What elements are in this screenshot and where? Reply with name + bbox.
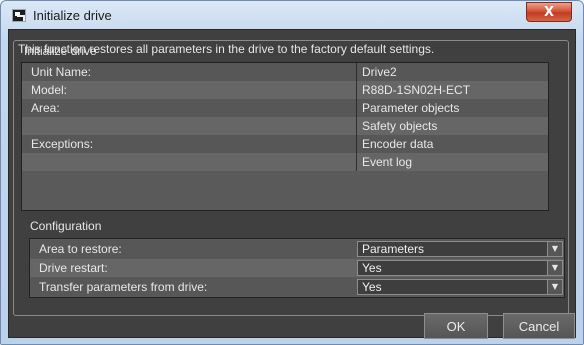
unit-name-value: Drive2 bbox=[356, 63, 548, 81]
transfer-parameters-dropdown[interactable]: Yes ▼ bbox=[357, 279, 563, 295]
area-label: Area: bbox=[31, 101, 60, 115]
table-row-area: Area: Parameter objects bbox=[22, 99, 548, 117]
config-row-transfer-parameters: Transfer parameters from drive: Yes ▼ bbox=[30, 278, 564, 296]
description-text: This function restores all parameters in… bbox=[18, 42, 435, 56]
transfer-parameters-value: Yes bbox=[362, 280, 382, 294]
area-to-restore-value: Parameters bbox=[362, 242, 425, 256]
model-label: Model: bbox=[31, 83, 68, 97]
configuration-heading: Configuration bbox=[30, 219, 102, 233]
model-value: R88D-1SN02H-ECT bbox=[356, 81, 548, 99]
exceptions-label: Exceptions: bbox=[31, 137, 94, 151]
exceptions-value-event-log: Event log bbox=[356, 153, 548, 171]
table-row-area-continued: Safety objects bbox=[22, 117, 548, 135]
unit-name-label: Unit Name: bbox=[31, 65, 92, 79]
transfer-parameters-label: Transfer parameters from drive: bbox=[39, 280, 208, 294]
drive-app-icon bbox=[12, 9, 26, 22]
area-to-restore-label: Area to restore: bbox=[39, 242, 122, 256]
title-bar[interactable]: Initialize drive X bbox=[1, 1, 583, 29]
table-row-exceptions-continued: Event log bbox=[22, 153, 548, 171]
area-value-safety-objects: Safety objects bbox=[356, 117, 548, 135]
drive-restart-label: Drive restart: bbox=[39, 261, 108, 275]
cancel-button[interactable]: Cancel bbox=[503, 313, 575, 339]
area-continued-label bbox=[22, 117, 355, 135]
config-row-area-to-restore: Area to restore: Parameters ▼ bbox=[30, 240, 564, 258]
table-row-exceptions: Exceptions: Encoder data bbox=[22, 135, 548, 153]
chevron-down-icon[interactable]: ▼ bbox=[547, 261, 562, 275]
config-row-drive-restart: Drive restart: Yes ▼ bbox=[30, 259, 564, 277]
ok-button[interactable]: OK bbox=[424, 313, 488, 339]
table-row-model: Model: R88D-1SN02H-ECT bbox=[22, 81, 548, 99]
area-to-restore-dropdown[interactable]: Parameters ▼ bbox=[357, 241, 563, 257]
chevron-down-icon[interactable]: ▼ bbox=[547, 242, 562, 256]
drive-restart-dropdown[interactable]: Yes ▼ bbox=[357, 260, 563, 276]
table-row-unit-name: Unit Name: Drive2 bbox=[22, 63, 548, 81]
drive-info-table: Unit Name: Drive2 Model: R88D-1SN02H-ECT… bbox=[21, 62, 549, 211]
drive-restart-value: Yes bbox=[362, 261, 382, 275]
chevron-down-icon[interactable]: ▼ bbox=[547, 280, 562, 294]
close-button[interactable]: X bbox=[526, 2, 572, 22]
configuration-table: Area to restore: Parameters ▼ Drive rest… bbox=[29, 238, 565, 298]
window-title: Initialize drive bbox=[33, 8, 112, 23]
exceptions-value-encoder-data: Encoder data bbox=[356, 135, 548, 153]
area-value-parameter-objects: Parameter objects bbox=[356, 99, 548, 117]
exceptions-continued-label bbox=[22, 153, 355, 171]
